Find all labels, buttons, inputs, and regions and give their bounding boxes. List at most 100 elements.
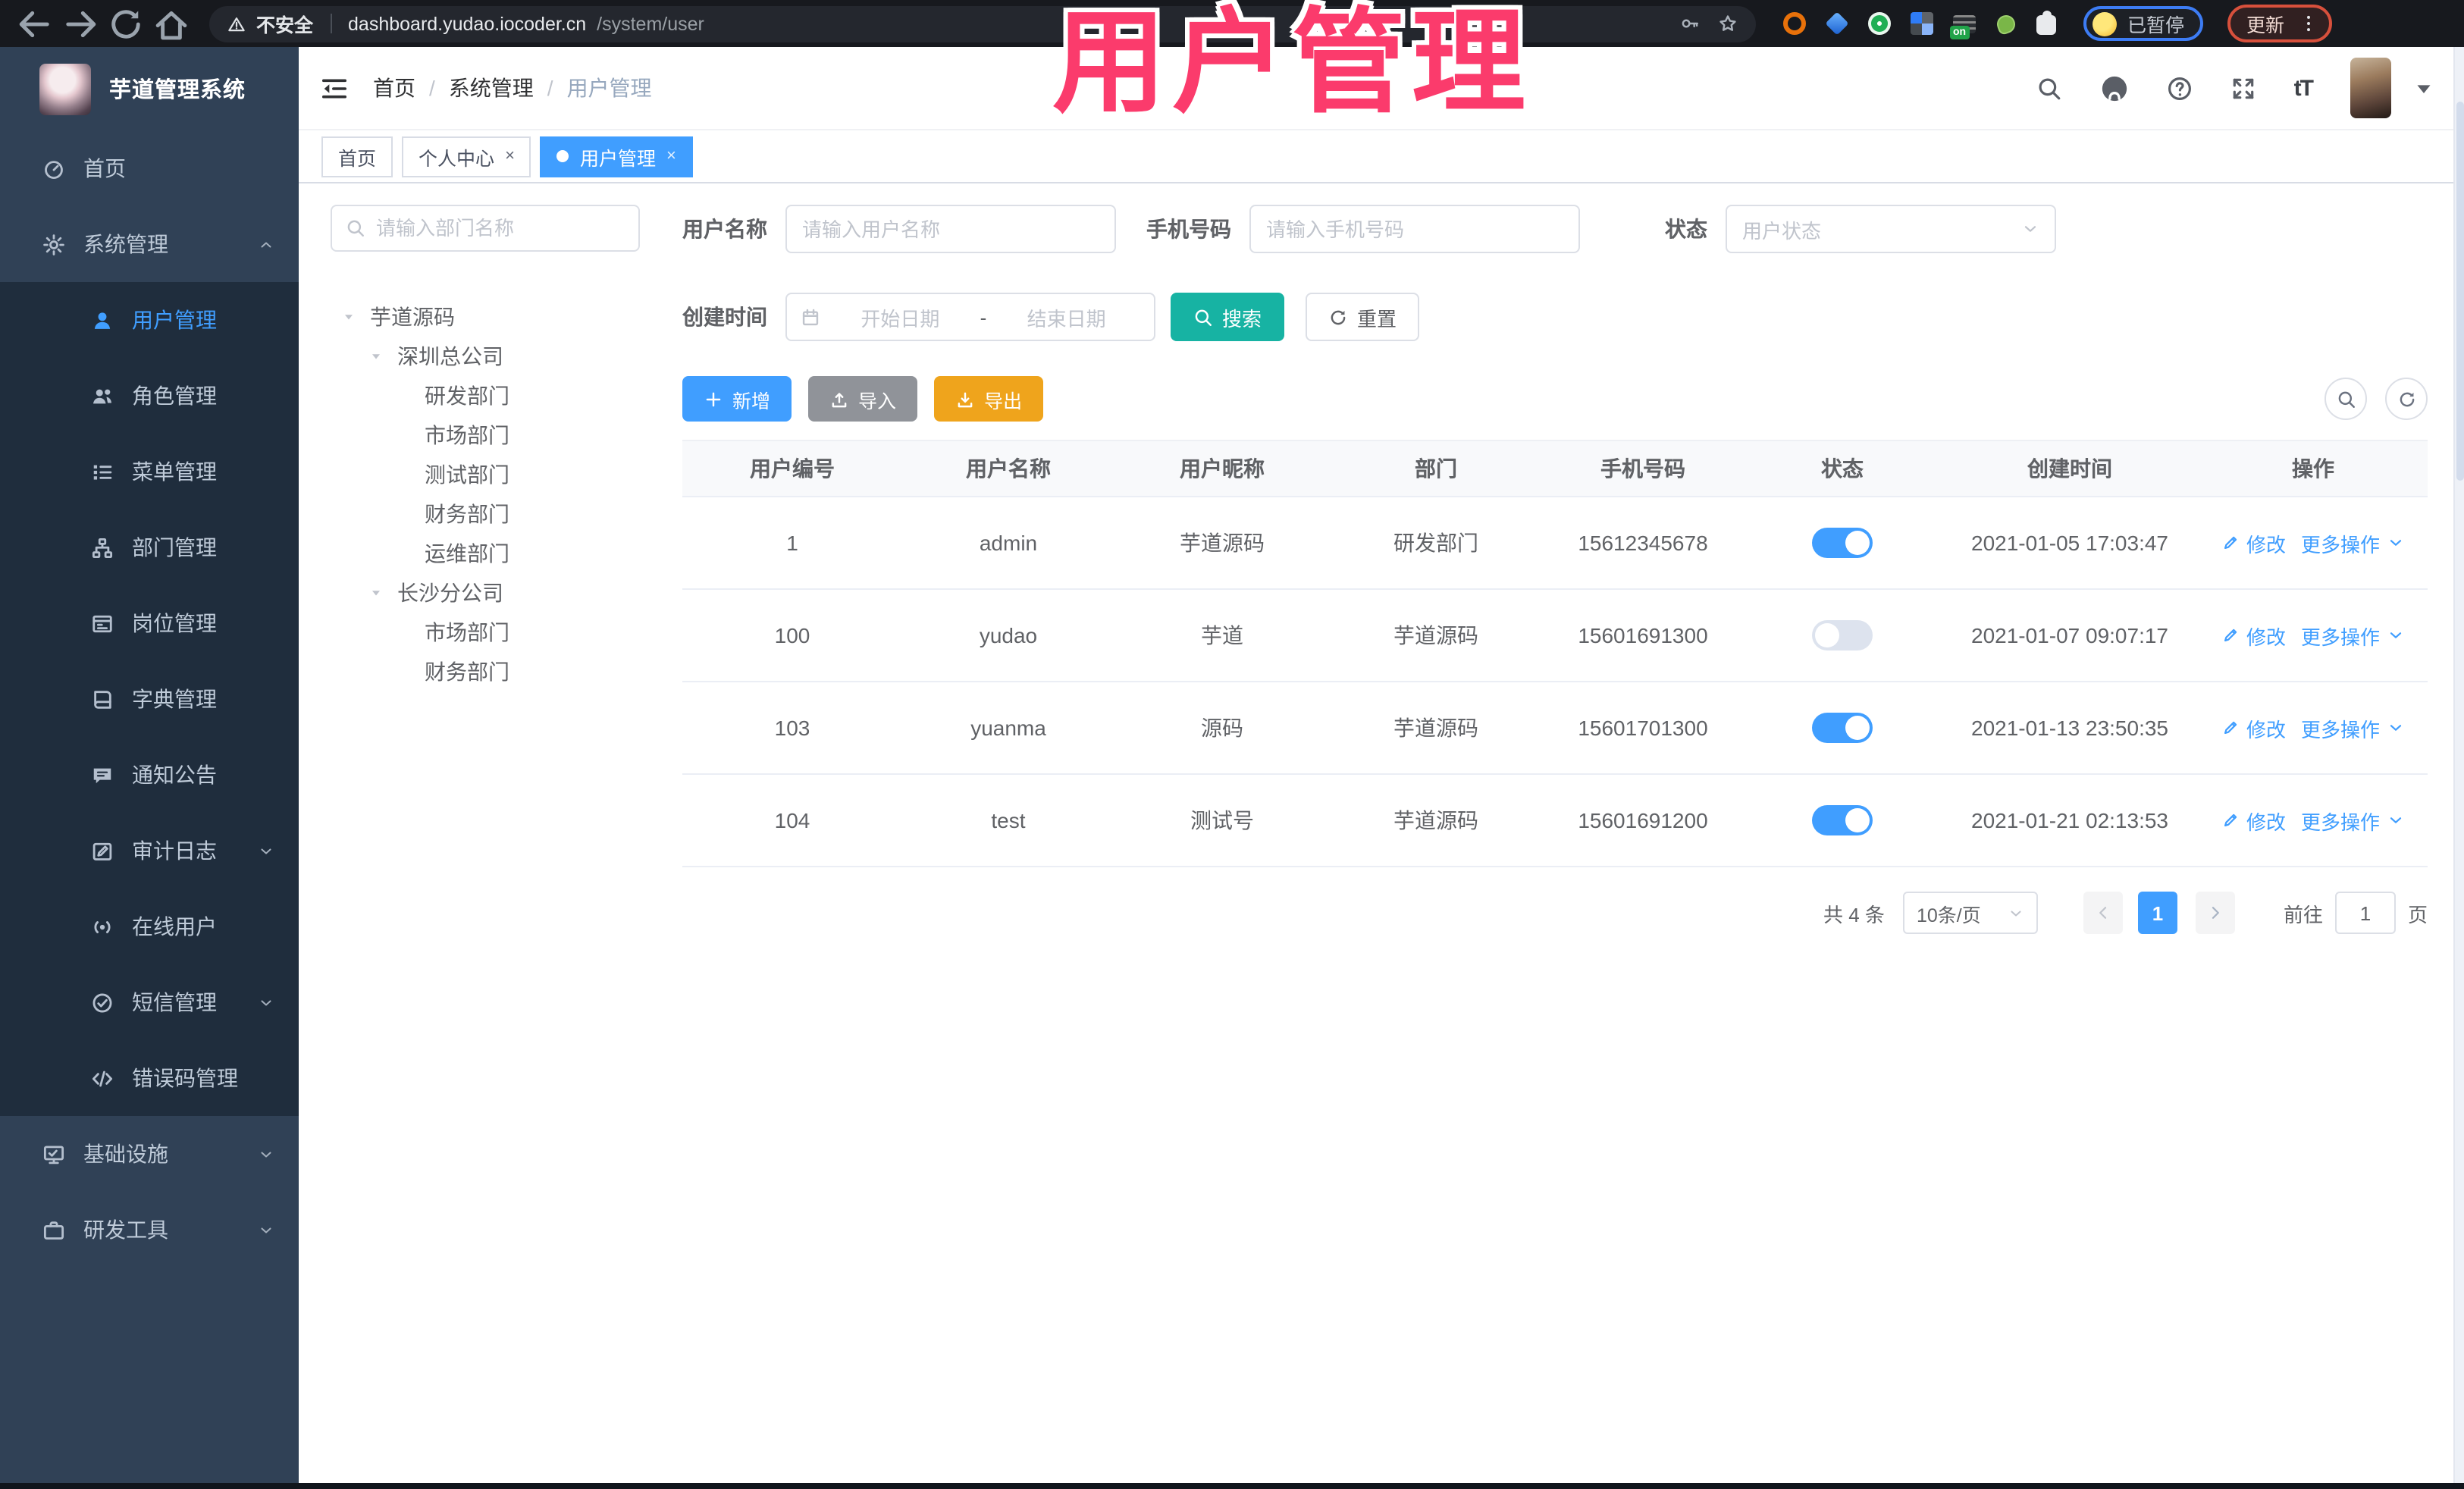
sidebar-item-在线用户[interactable]: 在线用户 <box>0 889 299 964</box>
pencil-icon <box>2222 534 2240 552</box>
tree-node-测试部门[interactable]: 测试部门 <box>331 455 673 494</box>
tree-node-label: 芋道源码 <box>370 305 455 329</box>
github-icon[interactable] <box>2100 74 2129 102</box>
bookmark-star-icon[interactable] <box>1718 14 1738 33</box>
tab-个人中心[interactable]: 个人中心 × <box>402 136 531 177</box>
more-actions-link[interactable]: 更多操作 <box>2301 806 2404 835</box>
reset-button[interactable]: 重置 <box>1306 293 1420 341</box>
password-key-icon[interactable] <box>1680 14 1700 33</box>
sidebar-item-菜单管理[interactable]: 菜单管理 <box>0 434 299 509</box>
profile-paused-chip[interactable]: 已暂停 <box>2083 6 2203 41</box>
cell-mobile: 15601701300 <box>1578 716 1708 740</box>
export-button[interactable]: 导出 <box>934 376 1044 422</box>
tree-node-运维部门[interactable]: 运维部门 <box>331 534 673 573</box>
extension-orange-ring-icon[interactable] <box>1783 12 1806 35</box>
status-toggle[interactable] <box>1812 620 1873 650</box>
sidebar-item-字典管理[interactable]: 字典管理 <box>0 661 299 737</box>
font-size-icon[interactable]: tT <box>2294 75 2314 101</box>
more-actions-link[interactable]: 更多操作 <box>2301 713 2404 742</box>
edit-link-label: 修改 <box>2246 810 2286 833</box>
scrollbar-thumb[interactable] <box>2456 102 2464 481</box>
tree-node-深圳总公司[interactable]: 深圳总公司 <box>331 337 673 376</box>
browser-update-button[interactable]: 更新 <box>2227 5 2332 42</box>
more-actions-link[interactable]: 更多操作 <box>2301 528 2404 557</box>
sidebar-item-角色管理[interactable]: 角色管理 <box>0 358 299 434</box>
sidebar-item-通知公告[interactable]: 通知公告 <box>0 737 299 813</box>
breadcrumb-item[interactable]: 系统管理 <box>449 73 534 103</box>
sidebar-item-系统管理[interactable]: 系统管理 <box>0 206 299 282</box>
user-avatar[interactable] <box>2350 58 2391 118</box>
breadcrumb-item[interactable]: 首页 <box>373 73 415 103</box>
toggle-search-button[interactable] <box>2324 378 2367 420</box>
tab-用户管理[interactable]: 用户管理 × <box>540 136 693 177</box>
mobile-input[interactable] <box>1249 205 1580 253</box>
page-size-select[interactable]: 10条/页 <box>1902 892 2038 934</box>
browser-menu-dots-icon[interactable] <box>2298 14 2318 33</box>
sidebar-item-用户管理[interactable]: 用户管理 <box>0 282 299 358</box>
sidebar-item-短信管理[interactable]: 短信管理 <box>0 964 299 1040</box>
edit-link[interactable]: 修改 <box>2222 806 2286 835</box>
extension-grid-icon[interactable] <box>1911 12 1933 35</box>
sidebar-collapse-icon[interactable] <box>320 74 349 102</box>
sidebar-item-基础设施[interactable]: 基础设施 <box>0 1116 299 1192</box>
tree-node-长沙分公司[interactable]: 长沙分公司 <box>331 573 673 613</box>
header-search-icon[interactable] <box>2036 75 2062 101</box>
extension-green-leaf-icon[interactable] <box>1994 11 2018 36</box>
help-icon[interactable] <box>2167 75 2193 101</box>
extensions-puzzle-icon[interactable] <box>2036 11 2056 35</box>
avatar-caret-down-icon[interactable] <box>2411 75 2437 101</box>
sidebar-item-部门管理[interactable]: 部门管理 <box>0 509 299 585</box>
edit-link[interactable]: 修改 <box>2222 713 2286 742</box>
tab-首页[interactable]: 首页 <box>321 136 393 177</box>
column-header-创建时间: 创建时间 <box>2027 456 2112 481</box>
dept-search-box[interactable] <box>331 205 640 252</box>
status-toggle[interactable] <box>1812 713 1873 743</box>
dept-search-input[interactable] <box>376 217 625 240</box>
tab-close-icon[interactable]: × <box>505 147 515 165</box>
sidebar-item-岗位管理[interactable]: 岗位管理 <box>0 585 299 661</box>
status-select[interactable]: 用户状态 <box>1726 205 2056 253</box>
tree-node-芋道源码[interactable]: 芋道源码 <box>331 297 673 337</box>
cell-user-id: 104 <box>774 808 810 832</box>
status-toggle[interactable] <box>1812 805 1873 835</box>
extension-green-circle-icon[interactable] <box>1868 12 1891 35</box>
tab-close-icon[interactable]: × <box>666 147 676 165</box>
date-range-picker[interactable]: 开始日期 - 结束日期 <box>785 293 1155 341</box>
tree-caret-icon <box>368 349 391 364</box>
prev-page-button[interactable] <box>2083 892 2123 934</box>
sidebar-item-首页[interactable]: 首页 <box>0 130 299 206</box>
edit-link[interactable]: 修改 <box>2222 528 2286 557</box>
cell-user-id: 103 <box>774 716 810 740</box>
tree-node-财务部门[interactable]: 财务部门 <box>331 652 673 691</box>
fullscreen-icon[interactable] <box>2230 75 2256 101</box>
search-button[interactable]: 搜索 <box>1171 293 1285 341</box>
more-actions-link[interactable]: 更多操作 <box>2301 621 2404 650</box>
import-button[interactable]: 导入 <box>808 376 918 422</box>
browser-reload-icon[interactable] <box>106 4 146 43</box>
extension-blue-gem-icon[interactable] <box>1825 11 1849 36</box>
goto-page-input[interactable] <box>2334 892 2396 934</box>
sidebar-item-错误码管理[interactable]: 错误码管理 <box>0 1040 299 1116</box>
tree-caret-icon <box>341 309 364 324</box>
logo-image <box>39 63 91 114</box>
next-page-button[interactable] <box>2195 892 2235 934</box>
extension-on-badge-icon[interactable] <box>1950 15 1976 39</box>
infra-icon <box>42 1143 65 1165</box>
sidebar-item-研发工具[interactable]: 研发工具 <box>0 1192 299 1268</box>
browser-home-icon[interactable] <box>152 4 191 43</box>
tree-node-市场部门[interactable]: 市场部门 <box>331 415 673 455</box>
username-input[interactable] <box>785 205 1116 253</box>
browser-back-icon[interactable] <box>15 4 55 43</box>
tree-node-研发部门[interactable]: 研发部门 <box>331 376 673 415</box>
tree-node-财务部门[interactable]: 财务部门 <box>331 494 673 534</box>
current-page-button[interactable]: 1 <box>2137 892 2177 934</box>
table-row: 1 admin 芋道源码 研发部门 15612345678 2021-01-05 17:0… <box>682 497 2428 590</box>
status-toggle[interactable] <box>1812 528 1873 558</box>
edit-link[interactable]: 修改 <box>2222 621 2286 650</box>
browser-forward-icon[interactable] <box>61 4 100 43</box>
add-button[interactable]: 新增 <box>682 376 792 422</box>
page-scrollbar[interactable] <box>2453 47 2464 1483</box>
tree-node-市场部门[interactable]: 市场部门 <box>331 613 673 652</box>
refresh-table-button[interactable] <box>2385 378 2428 420</box>
sidebar-item-审计日志[interactable]: 审计日志 <box>0 813 299 889</box>
